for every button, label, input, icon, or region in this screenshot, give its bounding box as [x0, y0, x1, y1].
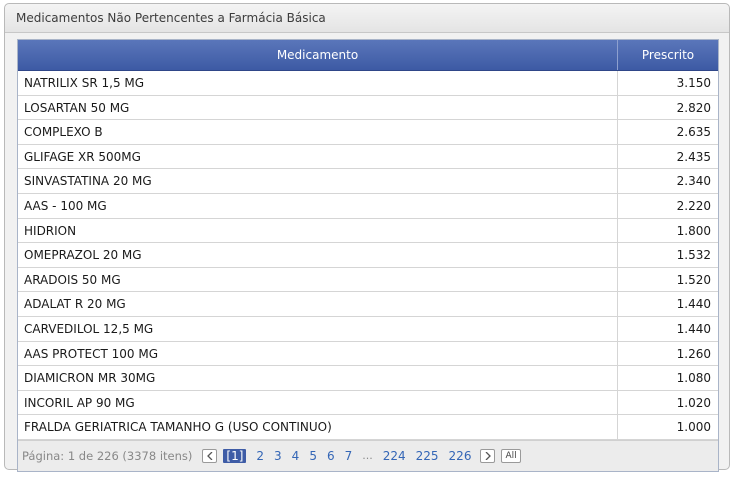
grid-body: NATRILIX SR 1,5 MG 3.150 LOSARTAN 50 MG 2.8…	[18, 71, 718, 440]
cell-medicamento: NATRILIX SR 1,5 MG	[18, 71, 618, 95]
grid-header: Medicamento Prescrito	[18, 40, 718, 71]
table-row[interactable]: GLIFAGE XR 500MG 2.435	[18, 144, 718, 170]
cell-prescrito: 3.150	[676, 76, 711, 90]
cell-medicamento: FRALDA GERIATRICA TAMANHO G (USO CONTINU…	[18, 415, 618, 439]
pager-next-button[interactable]	[480, 448, 496, 463]
cell-medicamento: CARVEDILOL 12,5 MG	[18, 316, 618, 341]
pager-page-link[interactable]: 3	[274, 449, 282, 463]
cell-medicamento: AAS - 100 MG	[18, 193, 618, 218]
cell-medicamento: ARADOIS 50 MG	[18, 267, 618, 292]
cell-medicamento: ADALAT R 20 MG	[18, 292, 618, 316]
table-row[interactable]: COMPLEXO B 2.635	[18, 120, 718, 145]
cell-medicamento: COMPLEXO B	[18, 120, 618, 144]
pager-pages: 234567	[251, 449, 357, 463]
cell-medicamento: OMEPRAZOL 20 MG	[18, 243, 618, 267]
cell-prescrito: 1.520	[676, 272, 711, 287]
panel-title: Medicamentos Não Pertencentes a Farmácia…	[5, 4, 729, 33]
cell-prescrito: 1.440	[676, 321, 711, 336]
table-row[interactable]: SINVASTATINA 20 MG 2.340	[18, 169, 718, 194]
medicamentos-grid: Medicamento Prescrito NATRILIX SR 1,5 MG…	[17, 39, 719, 472]
table-row[interactable]: ARADOIS 50 MG 1.520	[18, 267, 718, 293]
cell-medicamento: GLIFAGE XR 500MG	[18, 144, 618, 169]
table-row[interactable]: OMEPRAZOL 20 MG 1.532	[18, 243, 718, 268]
table-row[interactable]: DIAMICRON MR 30MG 1.080	[18, 366, 718, 391]
pager-all-button[interactable]: All	[501, 448, 521, 463]
cell-prescrito: 2.220	[676, 198, 711, 213]
chevron-left-icon	[206, 451, 213, 460]
column-header-prescrito[interactable]: Prescrito	[618, 40, 718, 70]
table-row[interactable]: INCORIL AP 90 MG 1.020	[18, 390, 718, 416]
cell-prescrito: 1.000	[676, 420, 711, 435]
cell-prescrito: 2.820	[676, 100, 711, 115]
pager-prev-button[interactable]	[202, 448, 218, 463]
medicamentos-panel: Medicamentos Não Pertencentes a Farmácia…	[4, 3, 730, 472]
column-header-medicamento[interactable]: Medicamento	[18, 40, 618, 70]
cell-medicamento: AAS PROTECT 100 MG	[18, 341, 618, 366]
pager-page-link[interactable]: 224	[383, 449, 406, 463]
cell-prescrito: 1.260	[676, 346, 711, 361]
cell-prescrito: 2.340	[676, 174, 711, 189]
table-row[interactable]: NATRILIX SR 1,5 MG 3.150	[18, 71, 718, 96]
table-row[interactable]: LOSARTAN 50 MG 2.820	[18, 95, 718, 121]
table-row[interactable]: CARVEDILOL 12,5 MG 1.440	[18, 316, 718, 342]
cell-medicamento: INCORIL AP 90 MG	[18, 390, 618, 415]
cell-prescrito: 1.532	[676, 248, 711, 263]
cell-prescrito: 1.080	[676, 371, 711, 386]
cell-prescrito: 2.635	[676, 125, 711, 140]
cell-medicamento: HIDRION	[18, 218, 618, 243]
chevron-right-icon	[485, 451, 491, 460]
cell-prescrito: 1.440	[676, 297, 711, 312]
pager-page-link[interactable]: 226	[449, 449, 472, 463]
table-row[interactable]: ADALAT R 20 MG 1.440	[18, 292, 718, 317]
pager-page-link[interactable]: 2	[256, 449, 264, 463]
pager-page-link[interactable]: 225	[416, 449, 439, 463]
table-row[interactable]: AAS PROTECT 100 MG 1.260	[18, 341, 718, 367]
cell-medicamento: SINVASTATINA 20 MG	[18, 169, 618, 193]
table-row[interactable]: AAS - 100 MG 2.220	[18, 193, 718, 219]
table-row[interactable]: HIDRION 1.800	[18, 218, 718, 244]
pager-page-link[interactable]: 5	[309, 449, 317, 463]
pager-page-link[interactable]: 6	[327, 449, 335, 463]
pager-current-page: [1]	[223, 448, 247, 463]
pager-ellipsis: ...	[362, 449, 373, 463]
pager-page-link[interactable]: 4	[292, 449, 300, 463]
table-row[interactable]: FRALDA GERIATRICA TAMANHO G (USO CONTINU…	[18, 415, 718, 440]
pager-page-link[interactable]: 7	[345, 449, 353, 463]
cell-prescrito: 1.800	[676, 223, 711, 238]
cell-prescrito: 1.020	[676, 395, 711, 410]
cell-medicamento: LOSARTAN 50 MG	[18, 95, 618, 120]
pager-last-pages: 224 225 226	[378, 449, 477, 463]
cell-prescrito: 2.435	[676, 149, 711, 164]
pager-info: Página: 1 de 226 (3378 itens)	[22, 448, 193, 463]
pager: Página: 1 de 226 (3378 itens) [1] 234567…	[18, 439, 718, 471]
cell-medicamento: DIAMICRON MR 30MG	[18, 366, 618, 390]
